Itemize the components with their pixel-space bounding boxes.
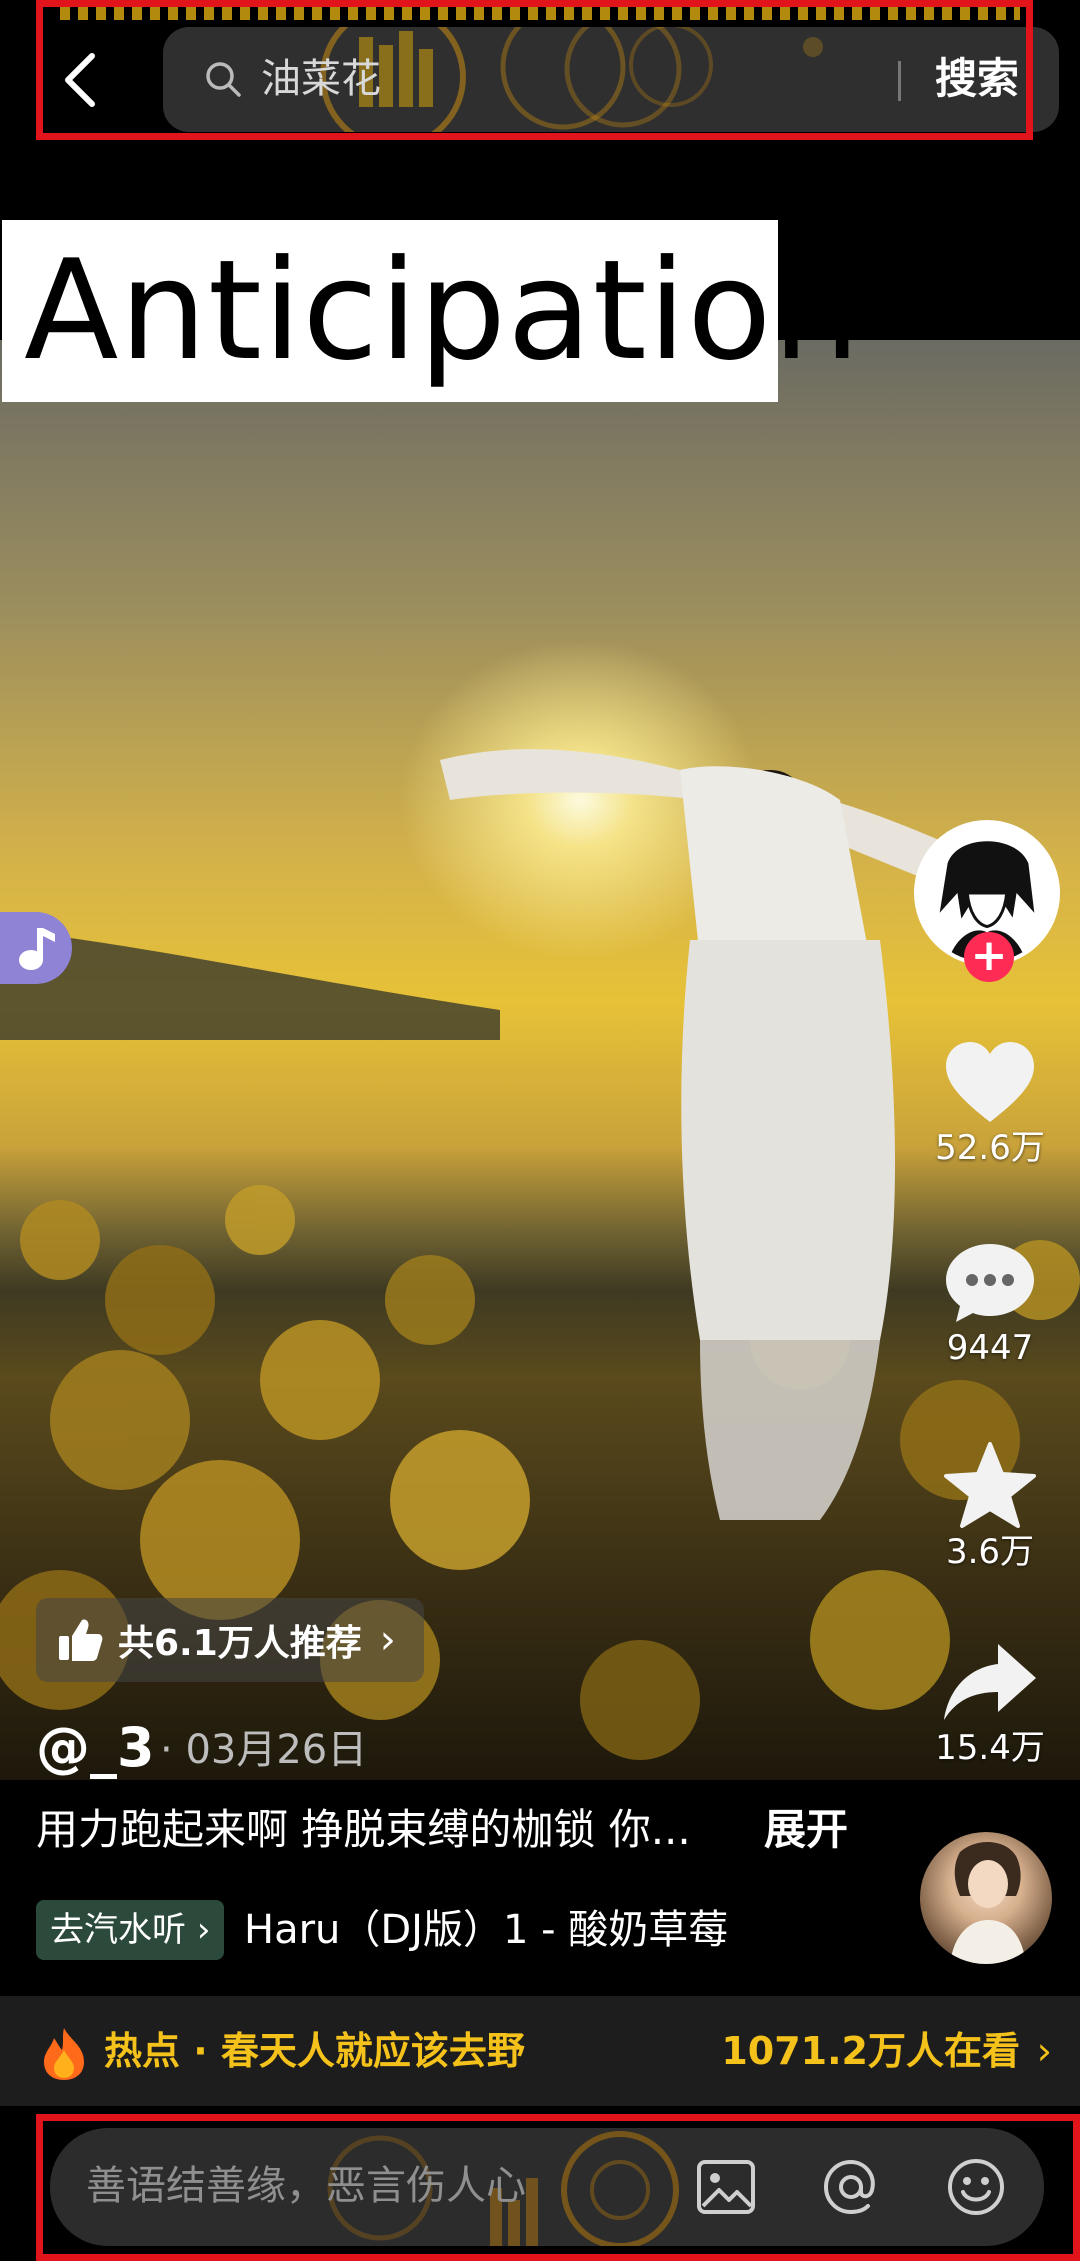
author-avatar[interactable]: + (914, 820, 1060, 982)
music-disc-illustration (950, 1841, 1026, 1964)
fire-icon (44, 2028, 84, 2080)
share-count: 15.4万 (935, 1728, 1045, 1768)
post-date-value: 03月26日 (185, 1727, 368, 1773)
heart-icon (946, 1042, 1034, 1122)
post-date: · 03月26日 (160, 1727, 368, 1773)
hot-topic-bar[interactable]: 热点 · 春天人就应该去野 1071.2万人在看 › (0, 1996, 1080, 2106)
comment-button[interactable]: 9447 (920, 1240, 1060, 1370)
music-note-icon (19, 928, 55, 970)
like-count: 52.6万 (935, 1128, 1045, 1168)
author-username[interactable]: @_3 (36, 1716, 155, 1780)
plus-icon: + (970, 930, 1008, 981)
expand-caption-button[interactable]: 展开 (764, 1800, 848, 1860)
like-button[interactable]: 52.6万 (920, 1040, 1060, 1170)
bottom-highlight-box (36, 2114, 1080, 2261)
hot-topic-label: 热点 · 春天人就应该去野 (104, 2029, 525, 2073)
chevron-right-icon: › (379, 1617, 396, 1663)
comment-count: 9447 (946, 1328, 1034, 1368)
video-player[interactable] (0, 340, 1080, 1780)
comment-bubble-icon (946, 1244, 1034, 1322)
share-button[interactable]: 15.4万 (920, 1640, 1060, 1770)
thumbs-up-icon (59, 1619, 103, 1661)
top-highlight-box (36, 0, 1033, 140)
favorite-button[interactable]: 3.6万 (920, 1440, 1060, 1574)
music-badge[interactable] (0, 912, 72, 984)
music-disc-thumbnail[interactable] (920, 1832, 1052, 1964)
chevron-right-icon: › (196, 1910, 211, 1950)
music-tag-label: 去汽水听 (50, 1910, 186, 1950)
recommend-pill[interactable]: 共6.1万人推荐 › (36, 1598, 424, 1682)
star-icon (944, 1442, 1036, 1528)
anticipation-label: Anticipation (2, 220, 860, 402)
favorite-count: 3.6万 (945, 1532, 1035, 1572)
share-arrow-icon (944, 1644, 1036, 1720)
follow-button[interactable]: + (964, 932, 1014, 982)
recommend-text: 共6.1万人推荐 (118, 1623, 362, 1664)
hot-watch-count: 1071.2万人在看 (721, 2029, 1020, 2073)
video-caption: 用力跑起来啊 挣脱束缚的枷锁 你... (36, 1805, 691, 1854)
chevron-right-icon: › (1036, 2029, 1052, 2073)
listen-in-soda-button[interactable]: 去汽水听 › (36, 1900, 225, 1960)
video-frame-illustration (0, 749, 1080, 1760)
music-title[interactable]: Haru（DJ版）1 - 酸奶草莓 (244, 1900, 728, 1960)
